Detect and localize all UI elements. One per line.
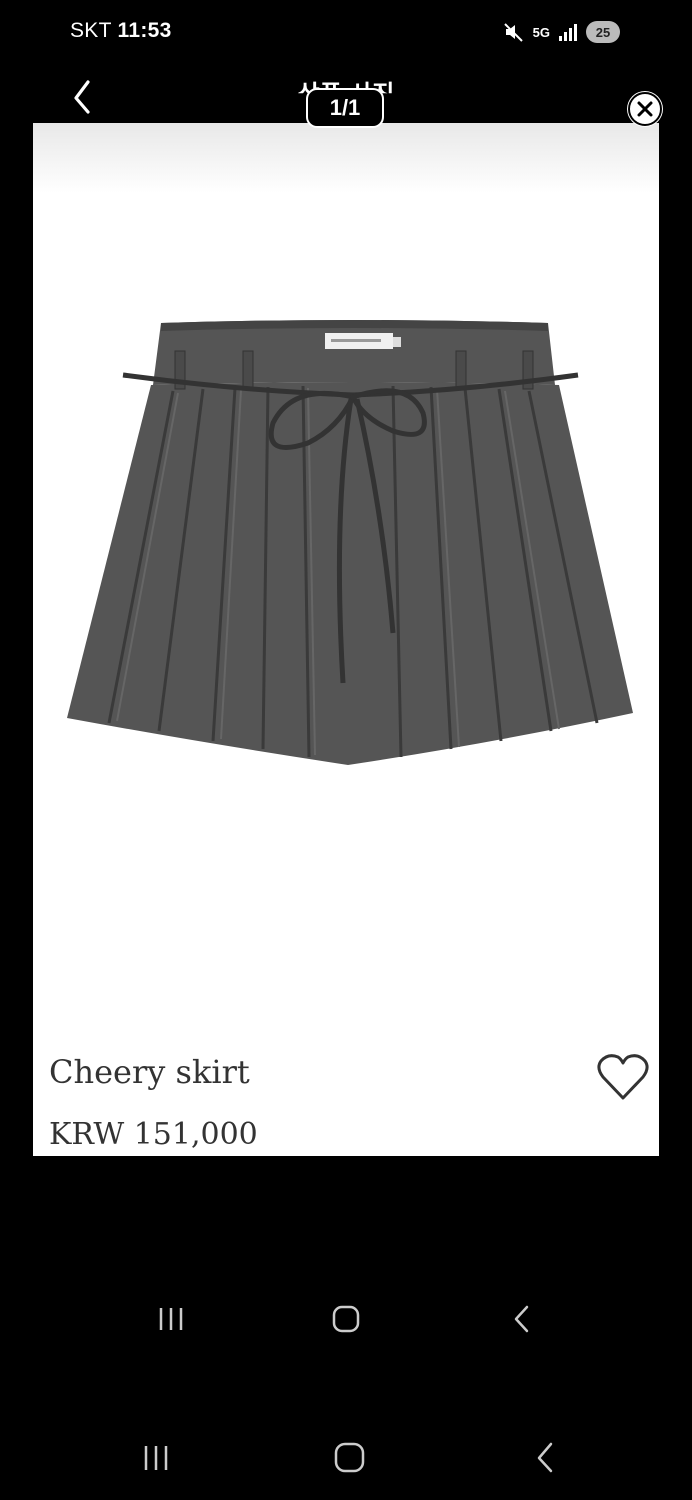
product-price: KRW 151,000 xyxy=(49,1117,258,1152)
clock: 11:53 xyxy=(117,19,172,42)
carrier-label: SKT xyxy=(70,19,112,42)
product-image-card[interactable]: Cheery skirt KRW 151,000 xyxy=(33,123,659,1156)
image-counter: 1/1 xyxy=(306,88,384,128)
recents-icon[interactable] xyxy=(141,1290,201,1350)
recents-icon[interactable] xyxy=(126,1428,186,1488)
home-icon[interactable] xyxy=(320,1428,380,1488)
network-type: 5G xyxy=(532,24,550,40)
image-shadow xyxy=(33,123,659,193)
mute-icon xyxy=(503,23,523,42)
product-photo-skirt xyxy=(67,320,633,765)
back-icon[interactable] xyxy=(514,1428,574,1488)
home-icon[interactable] xyxy=(316,1290,376,1350)
signal-bars-icon xyxy=(559,24,577,41)
product-name: Cheery skirt xyxy=(49,1053,250,1091)
close-circle-icon[interactable] xyxy=(627,91,663,127)
system-nav-bar xyxy=(0,1290,692,1350)
status-icons: 5G 25 xyxy=(503,18,620,46)
system-nav-bar-secondary xyxy=(0,1428,692,1488)
back-icon[interactable] xyxy=(492,1290,552,1350)
carrier-time: SKT 11:53 xyxy=(70,19,172,43)
status-bar: SKT 11:53 5G 25 xyxy=(0,0,692,64)
battery-indicator: 25 xyxy=(586,21,620,43)
heart-outline-icon[interactable] xyxy=(596,1051,650,1103)
